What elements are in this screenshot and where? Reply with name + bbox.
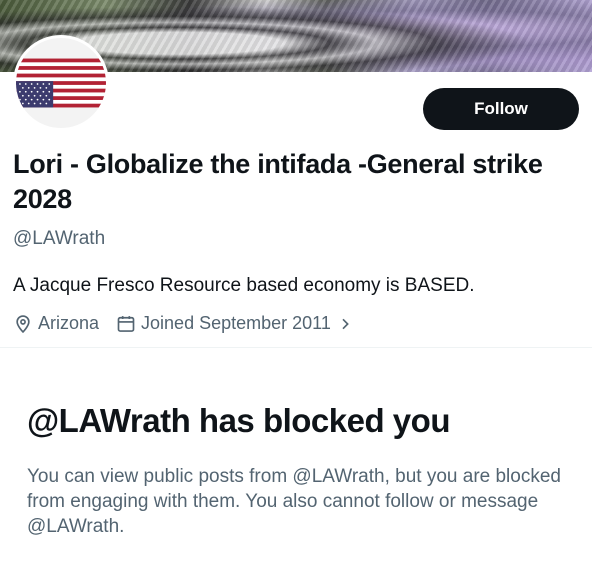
joined-item[interactable]: Joined September 2011 (116, 313, 358, 334)
display-name: Lori - Globalize the intifada -General s… (13, 149, 543, 214)
profile-avatar[interactable] (13, 35, 109, 131)
location-item: Arizona (13, 313, 99, 334)
follow-button[interactable]: Follow (423, 88, 579, 130)
location-pin-icon (16, 314, 30, 333)
us-flag-upside-down-icon (16, 58, 106, 108)
joined-text: Joined September 2011 (141, 313, 331, 333)
blocked-title: @LAWrath has blocked you (27, 402, 450, 439)
calendar-icon (117, 315, 135, 332)
chevron-right-icon (342, 318, 349, 329)
profile-meta: Arizona Joined September 2011 (13, 313, 358, 334)
location-text: Arizona (38, 313, 100, 333)
section-divider (0, 347, 592, 348)
profile-bio: A Jacque Fresco Resource based economy i… (13, 275, 475, 296)
profile-handle: @LAWrath (13, 228, 106, 249)
blocked-description: You can view public posts from @LAWrath,… (27, 466, 561, 537)
